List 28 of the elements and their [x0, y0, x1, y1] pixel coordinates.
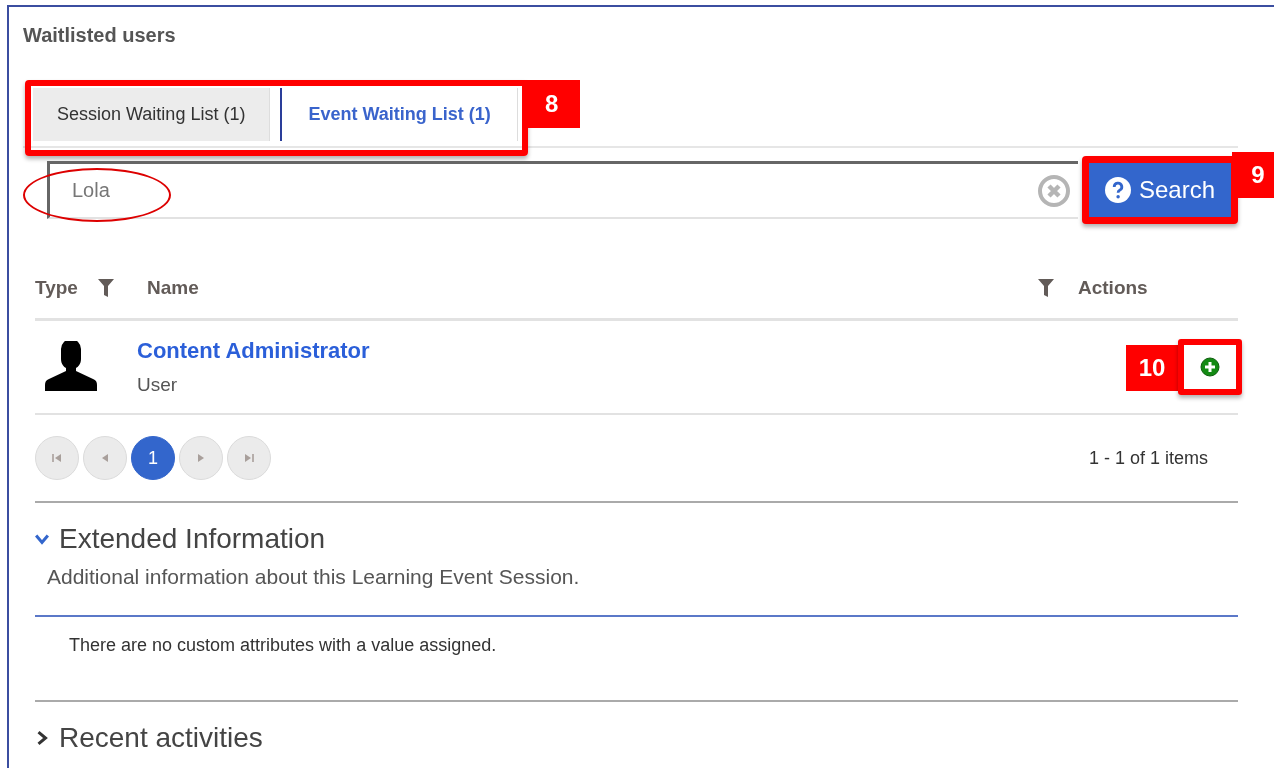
search-field[interactable]: Lola [47, 161, 1078, 219]
column-header[interactable]: Name [147, 277, 199, 299]
tab[interactable]: Event Waiting List (1) [280, 88, 518, 141]
add-icon[interactable] [1200, 357, 1220, 377]
section-title[interactable]: Recent activities [59, 722, 263, 754]
tab[interactable]: Session Waiting List (1) [33, 88, 271, 141]
column-header[interactable]: Type [35, 277, 78, 299]
callout-number: 9 [1232, 152, 1274, 198]
filter-icon[interactable] [1038, 279, 1054, 297]
callout-number: 8 [523, 80, 580, 128]
user-type: User [137, 374, 179, 396]
pager-summary: 1 - 1 of 1 items [1088, 447, 1208, 469]
first-icon [51, 452, 63, 464]
column-header[interactable]: Actions [1078, 277, 1148, 299]
section-text: There are no custom attributes with a value assigned. [69, 635, 497, 655]
user-name-link[interactable]: Content Administrator [137, 338, 1102, 364]
last-icon [243, 452, 255, 464]
chevron-icon[interactable] [35, 731, 49, 745]
section-title[interactable]: Extended Information [59, 523, 326, 555]
page-button[interactable]: 1 [131, 436, 175, 480]
help-icon [1104, 177, 1131, 203]
panel-title: Waitlisted users [23, 24, 177, 48]
search-button[interactable]: Search [1081, 156, 1238, 224]
filter-icon[interactable] [97, 279, 114, 297]
callout-number: 10 [1126, 345, 1178, 391]
section-description: Additional information about this Learning Event Session. [35, 565, 1238, 617]
user-silhouette-icon [43, 341, 99, 393]
chevron-icon[interactable] [35, 532, 49, 546]
